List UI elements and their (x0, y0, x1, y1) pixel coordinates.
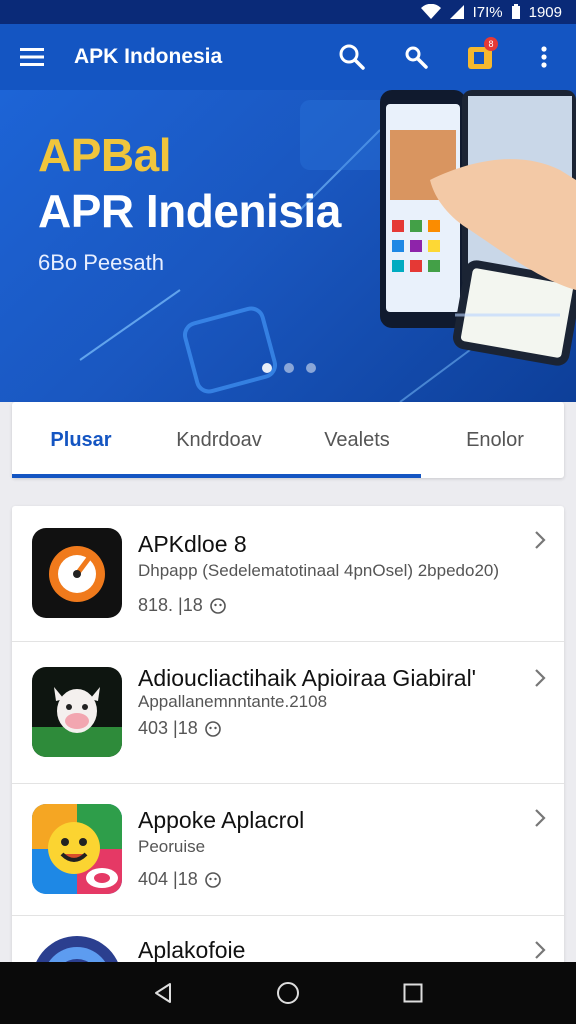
menu-button[interactable] (0, 24, 64, 90)
carousel-indicator[interactable] (262, 363, 316, 373)
app-description: Peoruise (138, 837, 206, 856)
app-name: Appoke Aplacrol (138, 807, 305, 833)
search-alt-button[interactable] (384, 24, 448, 90)
app-meta-text: 404 |18 (138, 869, 198, 889)
recents-icon (403, 983, 423, 1003)
system-nav-bar (0, 962, 576, 1024)
search-icon (339, 44, 365, 70)
carousel-dot[interactable] (306, 363, 316, 373)
app-description: Appallanemnntante.2108 (138, 692, 328, 711)
chevron-right-icon (535, 941, 546, 959)
search-button[interactable] (320, 24, 384, 90)
app-bar: APK Indonesia 8 (0, 24, 576, 90)
banner-subtitle: 6Bo Peesath (38, 250, 164, 276)
signal-icon (449, 5, 464, 19)
chevron-right-icon (535, 669, 546, 687)
back-button[interactable] (143, 973, 183, 1013)
chevron-right-icon (535, 531, 546, 549)
battery-icon (511, 4, 520, 19)
app-meta: 818. |18 (138, 595, 524, 616)
notification-badge: 8 (484, 37, 498, 51)
home-button[interactable] (268, 973, 308, 1013)
recents-button[interactable] (393, 973, 433, 1013)
app-name: Aplakofoie (138, 937, 246, 963)
carousel-dot[interactable] (262, 363, 272, 373)
chevron-right-icon (535, 809, 546, 827)
app-icon (32, 804, 122, 894)
tab-enolor[interactable]: Enolor (426, 402, 564, 478)
app-meta-text: 818. |18 (138, 595, 203, 615)
smiley-icon (32, 804, 122, 894)
app-name: APKdloe 8 (138, 531, 247, 557)
rating-icon (209, 597, 226, 614)
clock: 1909 (528, 3, 562, 21)
app-meta: 403 |18 (138, 718, 524, 739)
banner-subtitle-text: 6Bo Peesath (38, 250, 164, 275)
list-item[interactable]: APKdloe 8 Dhpapp (Sedelematotinaal 4pnOs… (12, 506, 564, 642)
tab-kndrdoav[interactable]: Kndrdoav (150, 402, 288, 478)
search-icon (405, 46, 428, 69)
category-tabs: Plusar Kndrdoav Vealets Enolor (12, 402, 564, 478)
overflow-menu-button[interactable] (512, 24, 576, 90)
app-meta: 404 |18 (138, 869, 524, 890)
app-meta-text: 403 |18 (138, 718, 198, 738)
app-icon (32, 528, 122, 618)
wifi-icon (420, 4, 441, 19)
carousel-dot[interactable] (284, 363, 294, 373)
app-list: APKdloe 8 Dhpapp (Sedelematotinaal 4pnOs… (12, 506, 564, 966)
list-item[interactable]: Aplakofoie (12, 916, 564, 966)
tab-plusar[interactable]: Plusar (12, 402, 150, 478)
banner-headline-1: APBal (38, 129, 171, 181)
hamburger-icon (20, 48, 44, 66)
status-bar: I7I% 1909 (0, 0, 576, 24)
more-vert-icon (541, 46, 547, 68)
list-item[interactable]: Appoke Aplacrol Peoruise 404 |18 (12, 784, 564, 916)
banner-headline-2: APR Indenisia (38, 185, 341, 237)
notifications-button[interactable]: 8 (448, 24, 512, 90)
promo-banner[interactable]: APBal APR Indenisia 6Bo Peesath (0, 90, 576, 402)
rating-icon (204, 720, 221, 737)
home-icon (276, 982, 299, 1004)
app-description: Dhpapp (Sedelematotinaal 4pnOsel) 2bpedo… (138, 561, 500, 580)
compass-icon (49, 546, 105, 602)
app-icon (32, 667, 122, 757)
cow-icon (32, 687, 122, 757)
battery-percent: I7I% (472, 3, 503, 21)
tab-indicator (12, 474, 421, 478)
tab-vealets[interactable]: Vealets (288, 402, 426, 478)
rating-icon (204, 871, 221, 888)
app-name: Adioucliactihaik Apioiraa Giabiral' (138, 665, 477, 691)
list-item[interactable]: Adioucliactihaik Apioiraa Giabiral' Appa… (12, 642, 564, 784)
back-icon (154, 983, 171, 1003)
app-title: APK Indonesia (74, 45, 223, 68)
